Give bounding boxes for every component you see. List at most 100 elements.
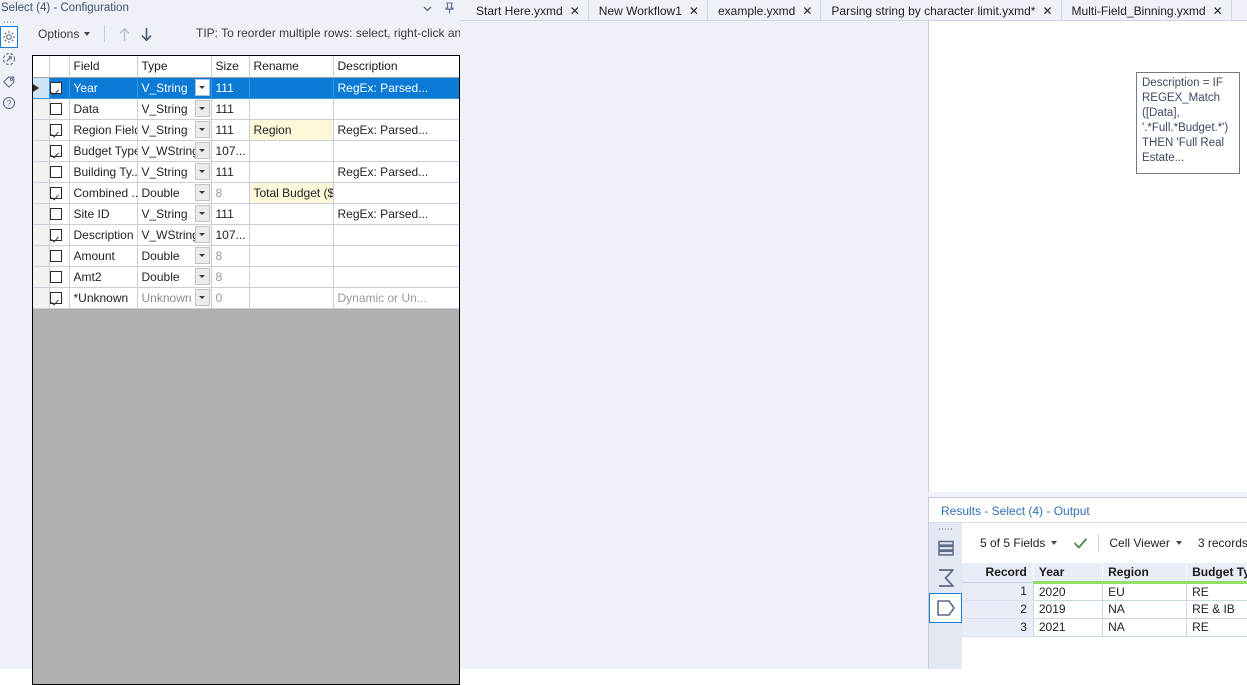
type-dropdown-button[interactable] [194, 288, 210, 306]
row-checkbox[interactable] [49, 245, 70, 267]
cell-description[interactable] [333, 140, 459, 162]
cell-type[interactable]: Double [137, 245, 212, 267]
cell-rename[interactable]: Total Budget ($) [249, 182, 334, 204]
cell-budget-type[interactable]: RE [1186, 617, 1247, 637]
apply-fields-button[interactable] [1065, 537, 1096, 550]
type-dropdown-button[interactable] [194, 120, 210, 138]
cell-size[interactable]: 8 [211, 182, 250, 204]
cell-field[interactable]: Budget Type [69, 140, 138, 162]
cell-field[interactable]: *Unknown [69, 287, 138, 309]
cell-type[interactable]: Unknown [137, 287, 212, 309]
cell-rename[interactable] [249, 161, 334, 183]
table-row[interactable]: 32021NARE738.3JBD6 BRS Full Real Estate [962, 617, 1247, 637]
cell-field[interactable]: Combined ... [69, 182, 138, 204]
cell-size[interactable]: 8 [211, 266, 250, 288]
row-checkbox[interactable] [49, 203, 70, 225]
table-row[interactable]: 22019NARE & IB322TDU2 TXD Full Real Esta… [962, 599, 1247, 619]
row-checkbox[interactable] [49, 161, 70, 183]
type-dropdown-button[interactable] [194, 183, 210, 201]
cell-budget-type[interactable]: RE [1186, 581, 1247, 601]
cell-size[interactable]: 111 [211, 119, 250, 141]
workflow-tab[interactable]: Start Here.yxmd ✕ [466, 0, 589, 21]
row-checkbox[interactable] [49, 287, 70, 309]
gear-icon[interactable] [0, 26, 18, 48]
move-up-button[interactable] [114, 24, 134, 44]
cell-type[interactable]: V_String [137, 77, 212, 99]
table-row[interactable]: Description V_WString 107... [33, 224, 459, 246]
cell-field[interactable]: Data [69, 98, 138, 120]
table-row[interactable]: Budget Type V_WString 107... [33, 140, 459, 162]
cell-size[interactable]: 107... [211, 140, 250, 162]
cell-type[interactable]: V_WString [137, 140, 212, 162]
table-row[interactable]: Amt2 Double 8 [33, 266, 459, 288]
cell-size[interactable]: 111 [211, 98, 250, 120]
cell-rename[interactable] [249, 245, 334, 267]
cell-field[interactable]: Building Ty... [69, 161, 138, 183]
cell-year[interactable]: 2019 [1032, 599, 1104, 619]
row-checkbox[interactable] [49, 266, 70, 288]
row-checkbox[interactable] [49, 77, 70, 99]
col-header-type[interactable]: Type [137, 56, 212, 78]
cell-description[interactable] [333, 245, 459, 267]
cell-region[interactable]: NA [1102, 599, 1188, 619]
cell-type[interactable]: Double [137, 182, 212, 204]
table-row[interactable]: 12020EURE193.8BNS8 APT Real Estate [962, 581, 1247, 601]
cell-field[interactable]: Description [69, 224, 138, 246]
table-row[interactable]: Combined ... Double 8 Total Budget ($) [33, 182, 459, 204]
close-icon[interactable]: ✕ [802, 5, 812, 17]
col-header-year[interactable]: Year [1033, 563, 1104, 584]
drag-handle-dots[interactable] [0, 16, 18, 26]
results-drag-handle-dots[interactable] [929, 523, 962, 533]
cell-rename[interactable]: Region [249, 119, 334, 141]
col-header-rename[interactable]: Rename [249, 56, 334, 78]
type-dropdown-button[interactable] [194, 141, 210, 159]
type-dropdown-button[interactable] [194, 246, 210, 264]
cell-type[interactable]: V_String [137, 161, 212, 183]
run-icon[interactable] [0, 48, 18, 70]
cell-field[interactable]: Site ID [69, 203, 138, 225]
select-fields-grid[interactable]: Field Type Size Rename Description Year V… [32, 55, 460, 685]
cell-size[interactable]: 111 [211, 203, 250, 225]
cell-type[interactable]: V_String [137, 203, 212, 225]
close-icon[interactable]: ✕ [570, 5, 580, 17]
cell-rename[interactable] [249, 140, 334, 162]
close-icon[interactable]: ✕ [1042, 5, 1052, 17]
data-list-icon[interactable] [929, 533, 962, 563]
cell-region[interactable]: NA [1102, 617, 1188, 637]
results-grid[interactable]: Record Year Region Budget Type Total Bud… [962, 563, 1247, 669]
row-marker[interactable] [33, 119, 50, 141]
cell-size[interactable]: 107... [211, 224, 250, 246]
cell-rename[interactable] [249, 287, 334, 309]
type-dropdown-button[interactable] [194, 78, 210, 96]
cell-rename[interactable] [249, 224, 334, 246]
type-dropdown-button[interactable] [194, 99, 210, 117]
chevron-down-icon[interactable] [416, 0, 438, 16]
cell-size[interactable]: 111 [211, 161, 250, 183]
tag-icon[interactable] [0, 70, 18, 92]
cell-size[interactable]: 0 [211, 287, 250, 309]
cell-size[interactable]: 8 [211, 245, 250, 267]
cell-field[interactable]: Year [69, 77, 138, 99]
workflow-tab[interactable]: Parsing string by character limit.yxmd* ✕ [821, 0, 1062, 21]
cell-description[interactable]: RegEx: Parsed... [333, 77, 459, 99]
type-dropdown-button[interactable] [194, 225, 210, 243]
table-row[interactable]: Region Field V_String 111 Region RegEx: Pars… [33, 119, 459, 141]
row-marker[interactable] [33, 161, 50, 183]
options-button[interactable]: Options [32, 24, 96, 44]
cell-record[interactable]: 3 [962, 617, 1034, 637]
cell-viewer-selector[interactable]: Cell Viewer [1101, 536, 1189, 550]
cell-type[interactable]: V_String [137, 119, 212, 141]
row-marker[interactable] [33, 245, 50, 267]
workflow-tab[interactable]: example.yxmd ✕ [707, 0, 822, 21]
cell-description[interactable] [333, 224, 459, 246]
row-marker[interactable] [33, 182, 50, 204]
close-icon[interactable]: ✕ [689, 5, 699, 17]
output-shape-icon[interactable] [929, 593, 962, 623]
cell-type[interactable]: V_WString [137, 224, 212, 246]
cell-description[interactable]: RegEx: Parsed... [333, 161, 459, 183]
row-marker[interactable] [33, 266, 50, 288]
cell-description[interactable]: RegEx: Parsed... [333, 203, 459, 225]
col-header-field[interactable]: Field [69, 56, 138, 78]
cell-description[interactable] [333, 182, 459, 204]
cell-description[interactable]: Dynamic or Un... [333, 287, 459, 309]
